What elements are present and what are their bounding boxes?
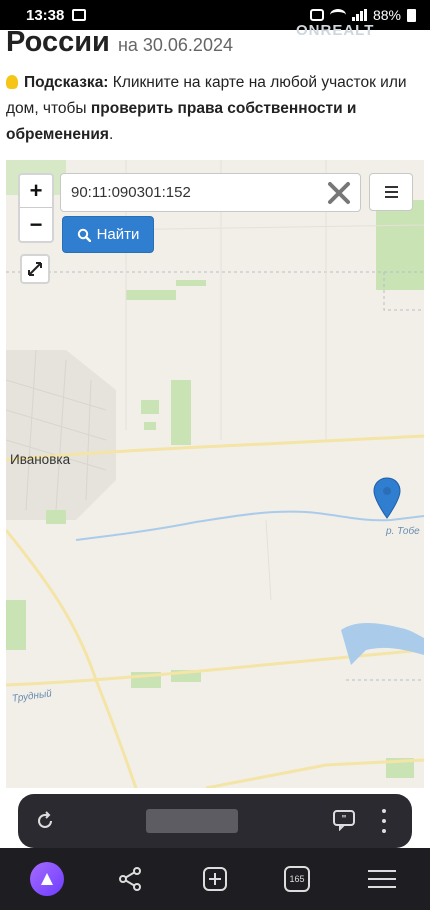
status-time: 13:38 [26, 6, 65, 24]
map-tiles [6, 160, 424, 788]
search-icon [77, 228, 91, 242]
menu-line [384, 186, 398, 188]
alarm-icon [309, 9, 324, 21]
map-menu-button[interactable] [369, 173, 413, 211]
expand-icon [28, 262, 42, 276]
lightbulb-icon [6, 75, 18, 89]
map-canvas[interactable] [6, 160, 424, 788]
page-title-date: на 30.06.2024 [117, 35, 233, 55]
reload-icon[interactable] [34, 810, 56, 832]
share-icon [119, 867, 141, 891]
url-field[interactable] [146, 809, 238, 833]
zoom-control: + − [18, 173, 54, 243]
page-title: России на 30.06.2024 [6, 26, 233, 59]
chat-quote-icon[interactable]: " [332, 809, 356, 831]
page-title-text: России [6, 26, 110, 58]
zoom-in-button[interactable]: + [20, 175, 52, 208]
zoom-out-button[interactable]: − [20, 208, 52, 241]
hint-paragraph: Подсказка: Кликните на карте на любой уч… [6, 70, 424, 148]
browser-bottom-nav: 165 [0, 848, 430, 910]
share-button[interactable] [116, 864, 144, 894]
battery-level: 88% [372, 7, 401, 23]
main-menu-button[interactable] [368, 864, 396, 894]
cadastral-search-input[interactable]: 90:11:090301:152 [60, 173, 361, 212]
clear-icon[interactable] [326, 180, 352, 206]
watermark-logo: ONREALT [296, 22, 375, 39]
assistant-icon [41, 873, 53, 885]
svg-text:": " [342, 814, 347, 825]
image-notification-icon [72, 9, 87, 21]
menu-line [384, 196, 398, 198]
fullscreen-button[interactable] [20, 254, 50, 284]
more-options-button[interactable] [380, 809, 388, 833]
plus-square-icon [203, 867, 227, 891]
new-tab-button[interactable] [201, 864, 229, 894]
map-river-label: р. Тобе [386, 526, 420, 537]
hint-label: Подсказка: [24, 74, 109, 91]
map-town-label: Ивановка [10, 452, 71, 467]
browser-address-bar[interactable]: " [18, 794, 412, 848]
find-button-label: Найти [96, 226, 140, 243]
search-value: 90:11:090301:152 [71, 184, 191, 201]
hint-end: . [108, 126, 114, 143]
find-button[interactable]: Найти [62, 216, 154, 253]
assistant-button[interactable] [30, 862, 64, 896]
battery-icon [407, 8, 416, 22]
menu-line [384, 191, 398, 193]
tabs-count-button[interactable]: 165 [284, 866, 310, 892]
map-marker [373, 477, 401, 519]
wifi-icon [329, 9, 346, 21]
signal-icon [351, 9, 367, 21]
